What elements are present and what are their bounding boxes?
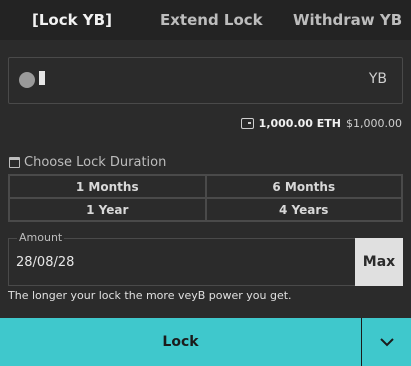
duration-option-4-years[interactable]: 4 Years [205, 198, 402, 221]
balance-amount: 1,000.00 ETH [258, 116, 342, 130]
field-legend: Amount [17, 231, 65, 244]
tab-extend-lock[interactable]: Extend Lock [160, 0, 263, 40]
calendar-icon [9, 157, 20, 168]
token-symbol: YB [368, 71, 387, 87]
unlock-date-field[interactable]: Amount 28/08/28 [8, 231, 355, 286]
coin-icon [19, 72, 35, 88]
balance-usd: $1,000.00 [346, 116, 402, 130]
lock-duration-heading: Choose Lock Duration [9, 155, 166, 170]
tab-lock-yb[interactable]: [Lock YB] [32, 0, 112, 40]
tab-bar: [Lock YB] Extend Lock Withdraw YB [0, 0, 411, 40]
text-cursor [39, 71, 45, 85]
lock-duration-label: Choose Lock Duration [24, 155, 167, 170]
wallet-balance: 1,000.00 ETH $1,000.00 [240, 114, 402, 132]
duration-options: 1 Months 6 Months 1 Year 4 Years [8, 174, 403, 222]
lock-hint-text: The longer your lock the more veyB power… [8, 289, 292, 302]
wallet-icon [240, 117, 254, 129]
max-button[interactable]: Max [355, 238, 403, 286]
duration-option-1-month[interactable]: 1 Months [9, 175, 206, 198]
duration-option-1-year[interactable]: 1 Year [9, 198, 206, 221]
lock-button[interactable]: Lock [0, 318, 361, 366]
duration-option-6-months[interactable]: 6 Months [205, 175, 402, 198]
chevron-down-icon [379, 338, 394, 347]
token-amount-input[interactable]: YB [8, 57, 403, 104]
unlock-date-value[interactable]: 28/08/28 [16, 255, 74, 270]
lock-options-dropdown-button[interactable] [362, 318, 411, 366]
tab-withdraw-yb[interactable]: Withdraw YB [293, 0, 402, 40]
